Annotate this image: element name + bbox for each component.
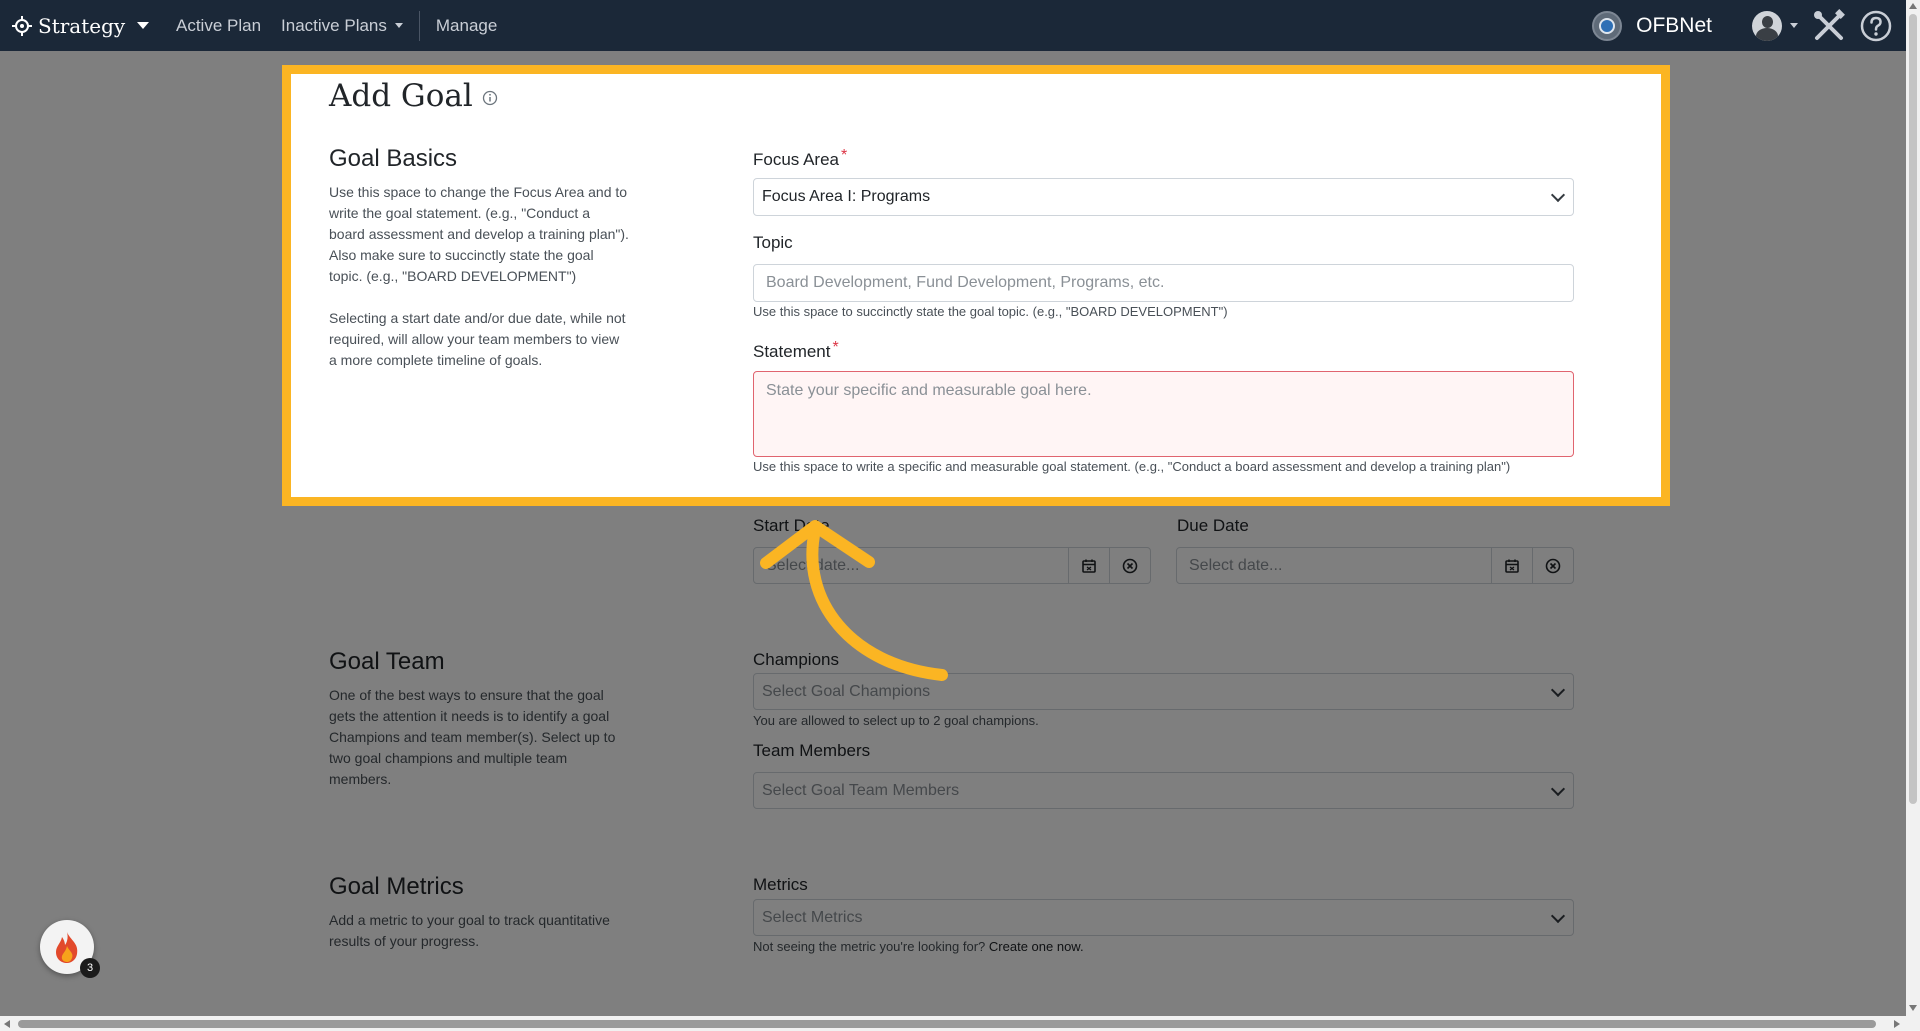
start-date-input[interactable]: Select date...	[754, 548, 1068, 583]
chevron-down-icon	[394, 23, 403, 28]
team-members-label: Team Members	[753, 741, 871, 760]
chevron-down-icon[interactable]	[1790, 23, 1798, 28]
scroll-right-icon[interactable]	[1894, 1020, 1900, 1028]
focus-area-label: Focus Area *	[753, 147, 847, 170]
goal-basics-desc-1: Use this space to change the Focus Area …	[329, 184, 629, 284]
required-marker: *	[841, 147, 848, 164]
target-icon	[12, 15, 32, 36]
goal-basics-title: Goal Basics	[329, 145, 458, 172]
statement-label: Statement *	[753, 339, 839, 362]
required-marker: *	[832, 339, 839, 356]
help-icon[interactable]	[1860, 10, 1892, 42]
topic-help: Use this space to succinctly state the g…	[753, 304, 1228, 319]
vertical-scroll-thumb[interactable]	[1909, 14, 1917, 804]
topic-input[interactable]: Board Development, Fund Development, Pro…	[753, 264, 1574, 302]
start-date-label: Start Date	[753, 516, 830, 535]
page-title-text: Add Goal	[329, 78, 473, 114]
scroll-up-icon[interactable]	[1909, 3, 1917, 9]
goal-team-title: Goal Team	[329, 648, 445, 675]
due-date-clear-button[interactable]	[1532, 548, 1573, 583]
start-date-clear-button[interactable]	[1109, 548, 1150, 583]
start-date-picker: Select date...	[753, 547, 1151, 584]
metrics-help: Not seeing the metric you're looking for…	[753, 937, 1084, 957]
topic-placeholder: Board Development, Fund Development, Pro…	[766, 274, 1165, 291]
clear-icon	[1545, 558, 1561, 573]
highlight-frame: Add Goal Goal Basics Use this space to c…	[282, 65, 1670, 506]
org-name[interactable]: OFBNet	[1636, 14, 1712, 38]
champions-help: You are allowed to select up to 2 goal c…	[753, 713, 1039, 728]
topic-label: Topic	[753, 233, 793, 252]
champions-label: Champions	[753, 650, 839, 669]
info-icon[interactable]	[482, 90, 498, 106]
tools-icon[interactable]	[1812, 8, 1846, 43]
champions-select[interactable]: Select Goal Champions	[753, 673, 1574, 710]
team-members-placeholder: Select Goal Team Members	[762, 781, 960, 799]
top-navbar: Strategy Active Plan Inactive Plans Mana…	[0, 0, 1906, 51]
page-title: Add Goal	[329, 78, 498, 114]
scroll-left-icon[interactable]	[4, 1020, 10, 1028]
chevron-down-icon	[1550, 908, 1566, 923]
statement-label-text: Statement	[753, 342, 831, 361]
focus-area-select[interactable]: Focus Area I: Programs	[753, 178, 1574, 216]
goal-metrics-title: Goal Metrics	[329, 873, 464, 900]
horizontal-scrollbar[interactable]	[0, 1016, 1906, 1031]
goal-metrics-desc: Add a metric to your goal to track quant…	[329, 912, 610, 949]
statement-placeholder: State your specific and measurable goal …	[766, 382, 1092, 399]
nav-manage[interactable]: Manage	[436, 16, 497, 36]
metrics-placeholder: Select Metrics	[762, 908, 863, 926]
metrics-help-text: Not seeing the metric you're looking for…	[753, 939, 986, 954]
notification-count: 3	[80, 958, 100, 978]
brand-label: Strategy	[38, 13, 126, 38]
goal-basics-desc-2: Selecting a start date and/or due date, …	[329, 310, 626, 368]
nav-inactive-plans[interactable]: Inactive Plans	[281, 16, 403, 36]
avatar[interactable]	[1752, 10, 1782, 41]
chevron-down-icon	[137, 22, 150, 29]
team-members-select[interactable]: Select Goal Team Members	[753, 772, 1574, 809]
nav-inactive-plans-label: Inactive Plans	[281, 15, 387, 35]
chevron-down-icon	[1550, 187, 1566, 203]
metrics-select[interactable]: Select Metrics	[753, 899, 1574, 936]
scroll-down-icon[interactable]	[1909, 1005, 1917, 1011]
metrics-label: Metrics	[753, 875, 808, 894]
clear-icon	[1122, 558, 1138, 573]
start-date-calendar-button[interactable]	[1068, 548, 1109, 583]
statement-help: Use this space to write a specific and m…	[753, 459, 1511, 474]
nav-divider	[418, 10, 420, 41]
goal-team-desc: One of the best ways to ensure that the …	[329, 687, 616, 787]
org-logo[interactable]	[1592, 10, 1623, 41]
chevron-down-icon	[1550, 781, 1566, 796]
due-date-picker: Select date...	[1176, 547, 1574, 584]
statement-textarea[interactable]: State your specific and measurable goal …	[753, 371, 1574, 457]
calendar-icon	[1505, 559, 1519, 573]
focus-area-label-text: Focus Area	[753, 150, 839, 169]
focus-area-value: Focus Area I: Programs	[762, 188, 931, 205]
due-date-calendar-button[interactable]	[1491, 548, 1532, 583]
calendar-icon	[1082, 559, 1096, 573]
nav-active-plan[interactable]: Active Plan	[176, 16, 261, 36]
fire-icon	[56, 932, 78, 963]
due-date-label: Due Date	[1177, 516, 1249, 535]
champions-placeholder: Select Goal Champions	[762, 682, 931, 700]
vertical-scrollbar[interactable]	[1906, 0, 1920, 1031]
brand-menu[interactable]: Strategy	[12, 0, 150, 51]
chevron-down-icon	[1550, 682, 1566, 697]
create-metric-link[interactable]: Create one now.	[989, 939, 1084, 954]
horizontal-scroll-thumb[interactable]	[18, 1020, 1876, 1028]
notification-badge[interactable]: 3	[40, 920, 100, 978]
due-date-input[interactable]: Select date...	[1177, 548, 1491, 583]
